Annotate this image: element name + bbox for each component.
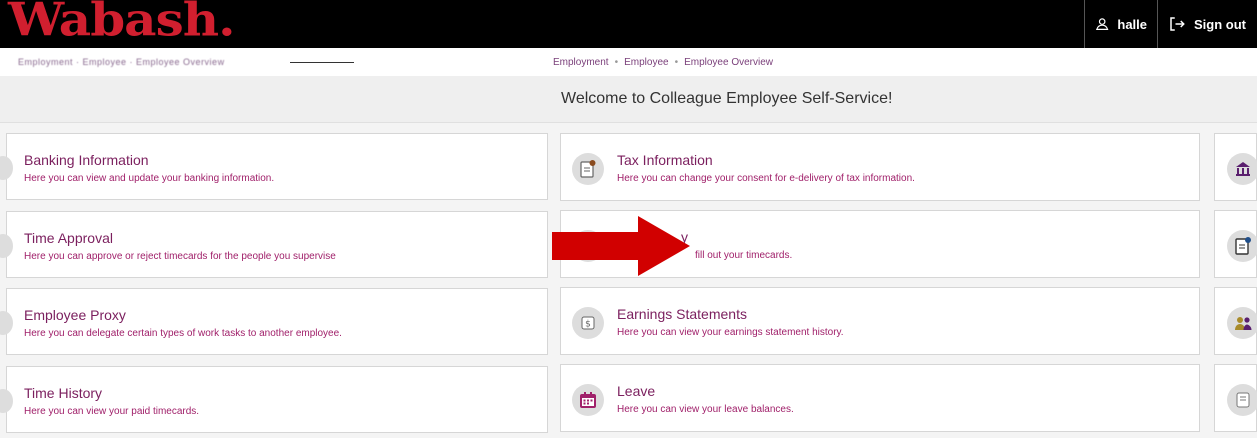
document-gear-icon — [1227, 230, 1257, 262]
card-right-1[interactable] — [1214, 133, 1257, 201]
top-bar: Wabash. halle Sign out — [0, 0, 1257, 48]
card-time-history[interactable]: Time History Here you can view your paid… — [0, 366, 548, 433]
user-name: halle — [1117, 16, 1147, 32]
card-right-2[interactable] — [1214, 210, 1257, 278]
card-title: Tax Information — [617, 152, 713, 168]
calendar-icon — [572, 384, 604, 416]
card-time-approval[interactable]: Time Approval Here you can approve or re… — [0, 211, 548, 278]
card-right-3[interactable] — [1214, 287, 1257, 355]
breadcrumb: Employment • Employee • Employee Overvie… — [553, 57, 773, 68]
card-icon — [0, 156, 13, 180]
card-description: Here you can delegate certain types of w… — [24, 328, 342, 339]
card-description: Here you can approve or reject timecards… — [24, 251, 336, 262]
tax-document-icon — [572, 153, 604, 185]
breadcrumb-item-employee[interactable]: Employee — [624, 57, 668, 68]
card-description: Here you can view your leave balances. — [617, 404, 794, 415]
card-leave[interactable]: Leave Here you can view your leave balan… — [560, 364, 1200, 432]
card-icon — [0, 311, 13, 335]
svg-text:$: $ — [585, 320, 591, 330]
breadcrumb-separator: • — [674, 57, 679, 68]
card-icon — [0, 389, 13, 413]
card-icon — [0, 234, 13, 258]
user-icon — [1095, 18, 1109, 30]
card-description: fill out your timecards. — [695, 250, 793, 261]
card-title: Time Approval — [24, 230, 113, 246]
card-description: Here you can view your paid timecards. — [24, 406, 200, 417]
sign-out-button[interactable]: Sign out — [1157, 0, 1257, 48]
sign-out-icon — [1170, 17, 1185, 31]
earnings-icon: $ — [572, 307, 604, 339]
card-title: Earnings Statements — [617, 306, 747, 322]
card-right-4[interactable] — [1214, 364, 1257, 432]
card-title: Leave — [617, 383, 656, 399]
sign-out-label: Sign out — [1194, 16, 1246, 32]
breadcrumb-bar: Employment · Employee · Employee Overvie… — [0, 48, 1257, 77]
red-arrow-annotation — [552, 216, 690, 276]
faded-breadcrumb: Employment · Employee · Employee Overvie… — [18, 57, 225, 67]
card-banking-information[interactable]: Banking Information Here you can view an… — [0, 133, 548, 200]
card-description: Here you can view and update your bankin… — [24, 173, 275, 184]
card-tax-information[interactable]: Tax Information Here you can change your… — [560, 133, 1200, 201]
receipt-icon — [1227, 384, 1257, 416]
breadcrumb-separator: • — [614, 57, 619, 68]
card-description: Here you can change your consent for e-d… — [617, 173, 915, 184]
page-title: Welcome to Colleague Employee Self-Servi… — [561, 90, 893, 107]
card-title: Banking Information — [24, 152, 149, 168]
divider — [290, 62, 354, 63]
card-title: Employee Proxy — [24, 307, 126, 323]
breadcrumb-item-employee-overview[interactable]: Employee Overview — [684, 57, 773, 68]
card-description: Here you can view your earnings statemen… — [617, 327, 844, 338]
wabash-logo[interactable]: Wabash. — [8, 0, 236, 45]
user-menu-button[interactable]: halle — [1084, 0, 1157, 48]
people-icon — [1227, 307, 1257, 339]
card-earnings-statements[interactable]: $ Earnings Statements Here you can view … — [560, 287, 1200, 355]
card-title: Time History — [24, 385, 103, 401]
card-employee-proxy[interactable]: Employee Proxy Here you can delegate cer… — [0, 288, 548, 355]
bank-icon — [1227, 153, 1257, 185]
breadcrumb-item-employment[interactable]: Employment — [553, 57, 609, 68]
